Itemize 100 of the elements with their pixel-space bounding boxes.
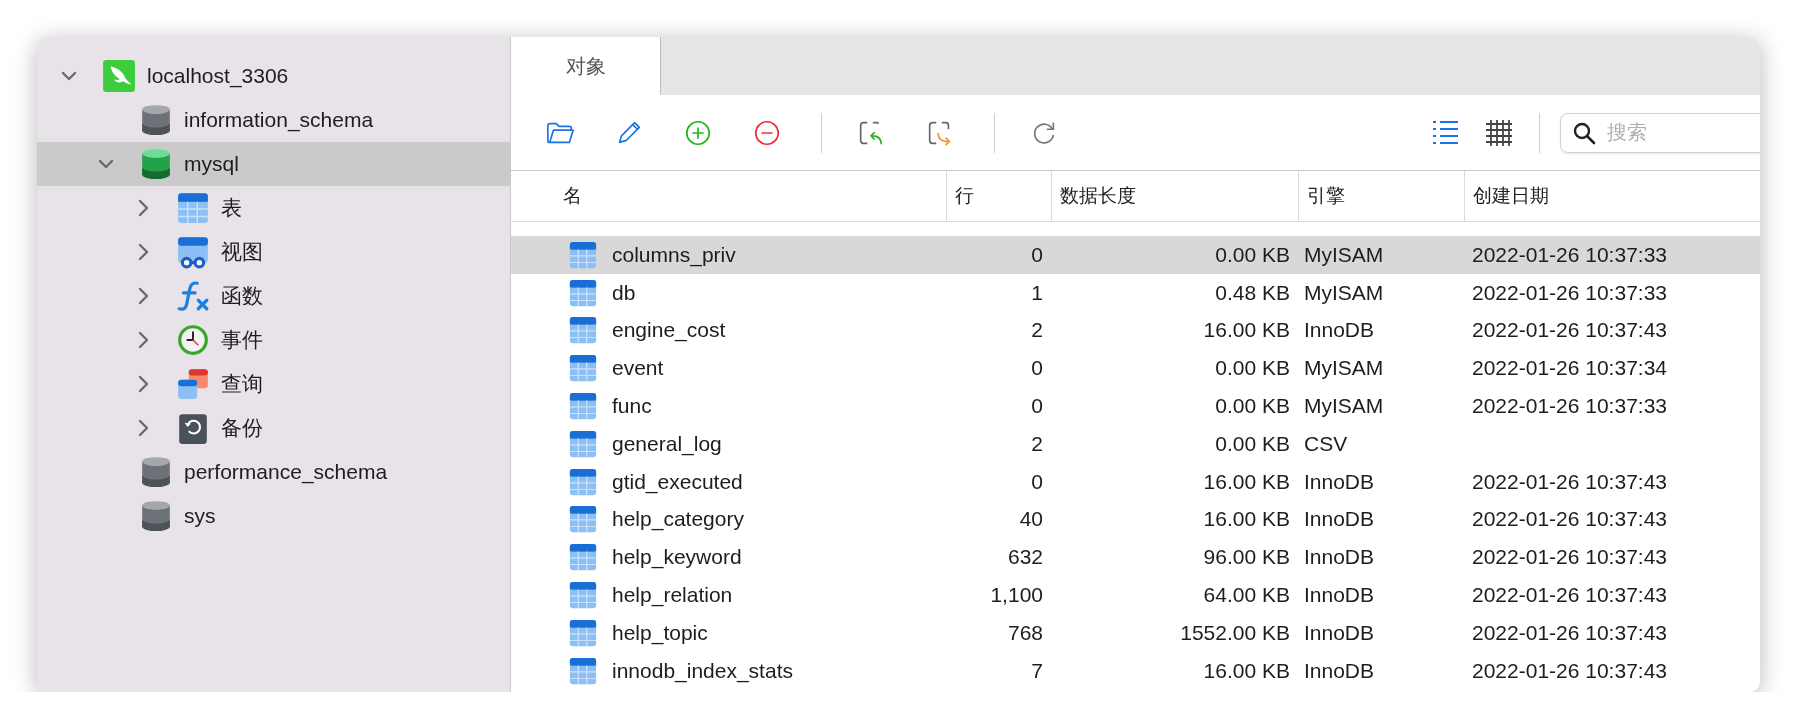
table-icon <box>568 617 598 648</box>
column-header[interactable]: 创建日期 <box>1464 171 1760 221</box>
table-cell: help_relation <box>612 583 733 608</box>
table-row[interactable]: help_category 40 16.00 KB InnoDB 2022-01-26 10:37:43 <box>511 500 1760 539</box>
table-cell: 2022-01-26 10:37:43 <box>1472 658 1667 682</box>
function-icon <box>176 279 210 313</box>
table-cell: InnoDB <box>1304 620 1375 644</box>
table-row[interactable]: engine_cost 2 16.00 KB InnoDB 2022-01-26 10:37:43 <box>511 311 1760 350</box>
column-header[interactable]: 数据长度 <box>1051 171 1298 221</box>
table-cell: 1,100 <box>990 583 1043 607</box>
table-cell: general_log <box>612 431 722 456</box>
table-cell: 2022-01-26 10:37:33 <box>1472 242 1667 266</box>
table-cell: MyISAM <box>1304 280 1384 304</box>
tree-item[interactable]: 查询 <box>37 362 510 406</box>
table-cell: MyISAM <box>1304 356 1384 380</box>
table-cell: MyISAM <box>1304 242 1384 266</box>
view-icon <box>176 235 210 269</box>
table-cell: InnoDB <box>1304 507 1375 531</box>
tree-item[interactable]: sys <box>37 494 510 538</box>
database-icon <box>139 499 173 533</box>
table-cell: 0 <box>1031 242 1043 266</box>
table-cell: 2022-01-26 10:37:33 <box>1472 280 1667 304</box>
table-cell: 2022-01-26 10:37:34 <box>1472 356 1667 380</box>
table-cell: db <box>612 280 636 305</box>
table-icon <box>568 391 598 422</box>
table-row[interactable]: func 0 0.00 KB MyISAM 2022-01-26 10:37:33 <box>511 387 1760 425</box>
table-icon <box>568 655 598 686</box>
table-cell: 0.00 KB <box>1215 431 1290 455</box>
clock-icon <box>176 323 210 357</box>
table-icon <box>568 504 598 535</box>
table-row[interactable]: event 0 0.00 KB MyISAM 2022-01-26 10:37:34 <box>511 349 1760 388</box>
tree-item[interactable]: 视图 <box>37 230 510 274</box>
table-row[interactable]: general_log 2 0.00 KB CSV <box>511 425 1760 463</box>
table-cell: InnoDB <box>1304 318 1375 342</box>
database-icon <box>139 147 173 181</box>
table-cell: help_keyword <box>612 545 742 570</box>
table-cell: 1552.00 KB <box>1180 620 1290 644</box>
tree-item[interactable]: localhost_3306 <box>37 54 510 98</box>
table-row[interactable]: help_keyword 632 96.00 KB InnoDB 2022-01-26 10:37:43 <box>511 538 1760 577</box>
table-cell: InnoDB <box>1304 658 1375 682</box>
table-icon <box>568 353 598 384</box>
table-cell: InnoDB <box>1304 583 1375 607</box>
backup-icon <box>176 411 210 445</box>
table-cell: 0.48 KB <box>1215 280 1290 304</box>
table-cell: 16.00 KB <box>1203 658 1290 682</box>
table-cell: 0 <box>1031 469 1043 493</box>
table-row[interactable]: innodb_index_stats 7 16.00 KB InnoDB 2022-01-26 10:37:43 <box>511 651 1760 690</box>
table-icon <box>568 239 598 270</box>
table-cell: columns_priv <box>612 242 736 267</box>
table-icon <box>176 191 210 225</box>
search-icon <box>1572 120 1596 145</box>
table-row[interactable]: columns_priv 0 0.00 KB MyISAM 2022-01-26 10:37:33 <box>511 236 1760 274</box>
tree-item[interactable]: mysql <box>37 142 510 186</box>
table-cell: 0.00 KB <box>1215 242 1290 266</box>
search-field[interactable]: 搜索 <box>1560 112 1760 153</box>
tree-item[interactable]: information_schema <box>37 98 510 142</box>
column-header[interactable]: 名 <box>511 171 946 221</box>
database-icon <box>139 455 173 489</box>
table-cell: engine_cost <box>612 318 726 343</box>
table-cell: InnoDB <box>1304 469 1375 493</box>
column-header[interactable]: 行 <box>946 171 1051 221</box>
table-cell: 0 <box>1031 356 1043 380</box>
tree-item[interactable]: 事件 <box>37 318 510 362</box>
table-cell: 2022-01-26 10:37:33 <box>1472 394 1667 418</box>
table-cell: 768 <box>1007 620 1043 644</box>
query-icon <box>176 367 210 401</box>
table-cell: help_category <box>612 507 744 532</box>
table-icon <box>568 315 598 346</box>
tree-item[interactable]: 备份 <box>37 406 510 450</box>
table-icon <box>568 542 598 573</box>
table-cell: 40 <box>1019 507 1043 531</box>
table-cell: 0.00 KB <box>1215 356 1290 380</box>
table-cell: 16.00 KB <box>1203 507 1290 531</box>
table-cell: 2022-01-26 10:37:43 <box>1472 583 1667 607</box>
table-cell: 2022-01-26 10:37:43 <box>1472 620 1667 644</box>
table-cell: 16.00 KB <box>1203 469 1290 493</box>
table-icon <box>568 580 598 611</box>
table-cell: InnoDB <box>1304 545 1375 569</box>
table-cell: help_topic <box>612 620 708 645</box>
tree-item[interactable]: 表 <box>37 186 510 230</box>
tab[interactable]: 对象 <box>511 37 661 95</box>
table-row[interactable]: db 1 0.48 KB MyISAM 2022-01-26 10:37:33 <box>511 273 1760 312</box>
table-cell: 96.00 KB <box>1203 545 1290 569</box>
table-cell: 2 <box>1031 318 1043 342</box>
tree-item[interactable]: performance_schema <box>37 450 510 494</box>
table-cell: 0 <box>1031 394 1043 418</box>
table-cell: 7 <box>1031 658 1043 682</box>
table-row[interactable]: help_relation 1,100 64.00 KB InnoDB 2022-01-26 10:37:43 <box>511 576 1760 614</box>
table-icon <box>568 466 598 497</box>
tree-item[interactable]: 函数 <box>37 274 510 318</box>
table-cell: 2022-01-26 10:37:43 <box>1472 507 1667 531</box>
table-row[interactable]: gtid_executed 0 16.00 KB InnoDB 2022-01-26 10:37:43 <box>511 462 1760 501</box>
column-header[interactable]: 引擎 <box>1298 171 1464 221</box>
table-cell: func <box>612 394 652 419</box>
table-cell: CSV <box>1304 431 1348 455</box>
table-cell: 64.00 KB <box>1203 583 1290 607</box>
database-icon <box>139 103 173 137</box>
table-cell: innodb_index_stats <box>612 658 793 683</box>
table-row[interactable]: help_topic 768 1552.00 KB InnoDB 2022-01-26 10:37:43 <box>511 613 1760 652</box>
table-cell: 2022-01-26 10:37:43 <box>1472 469 1667 493</box>
